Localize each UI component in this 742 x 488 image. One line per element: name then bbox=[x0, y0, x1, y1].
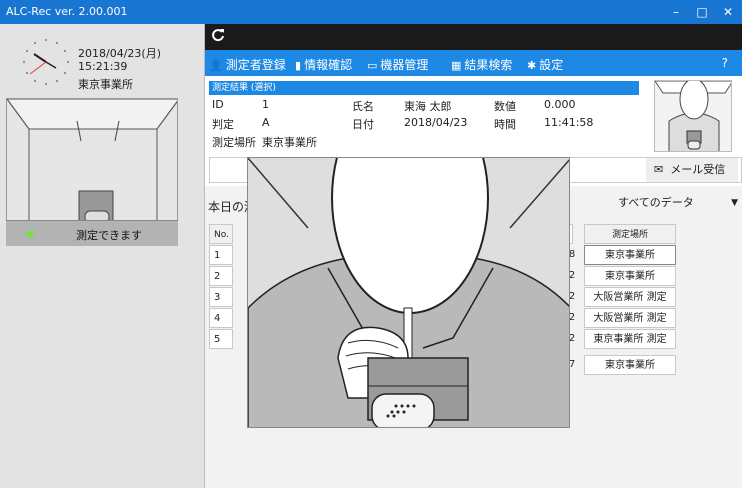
menu-devices[interactable]: ▭ 機器管理 bbox=[367, 56, 428, 73]
menu-register[interactable]: 👤 測定者登録 bbox=[209, 56, 286, 73]
maximize-button[interactable]: □ bbox=[690, 2, 714, 22]
menu-settings[interactable]: ✱ 設定 bbox=[527, 56, 563, 73]
clock-date: 2018/04/23(月) bbox=[78, 47, 161, 60]
menu-search[interactable]: ▦ 結果検索 bbox=[451, 56, 512, 73]
row-place[interactable]: 大阪営業所 測定 bbox=[584, 287, 676, 307]
value-judge: A bbox=[262, 116, 270, 129]
status-bar: 測定できます bbox=[6, 220, 178, 246]
row-no[interactable]: 3 bbox=[209, 287, 233, 307]
result-photo-thumbnail[interactable] bbox=[654, 80, 732, 152]
photo-popup[interactable] bbox=[247, 157, 570, 428]
chevron-down-icon: ▼ bbox=[731, 198, 738, 208]
menu-info[interactable]: ▮ 情報確認 bbox=[295, 56, 352, 73]
label-judge: 判定 bbox=[212, 118, 234, 131]
status-ok-indicator bbox=[26, 230, 34, 238]
book-icon: ▮ bbox=[295, 59, 302, 72]
label-date: 日付 bbox=[352, 118, 374, 131]
close-button[interactable]: ✕ bbox=[716, 2, 740, 22]
row-no[interactable]: 4 bbox=[209, 308, 233, 328]
menu-settings-label: 設定 bbox=[539, 58, 564, 72]
menu-info-label: 情報確認 bbox=[304, 58, 353, 72]
result-header: 測定結果 (選択) bbox=[209, 81, 639, 95]
row-no[interactable]: 5 bbox=[209, 329, 233, 349]
row-place[interactable]: 大阪営業所 測定 bbox=[584, 308, 676, 328]
mail-icon: ✉ bbox=[654, 163, 664, 176]
clock-time: 15:21:39 bbox=[78, 60, 128, 73]
window-title: ALC-Rec ver. 2.00.001 bbox=[6, 5, 128, 18]
value-date: 2018/04/23 bbox=[404, 116, 468, 129]
col-header-no: No. bbox=[209, 224, 233, 244]
person-measuring-illustration bbox=[248, 158, 569, 427]
value-time: 11:41:58 bbox=[544, 116, 594, 129]
row-place[interactable]: 東京事業所 bbox=[584, 355, 676, 375]
value-name: 東海 太郎 bbox=[404, 100, 452, 113]
value-id: 1 bbox=[262, 98, 269, 111]
refresh-bar bbox=[205, 24, 742, 50]
mail-receive-button[interactable]: ✉ メール受信 bbox=[646, 158, 738, 182]
value-place: 東京事業所 bbox=[262, 136, 317, 149]
title-bar: ALC-Rec ver. 2.00.001 – □ ✕ bbox=[0, 0, 742, 24]
minimize-button[interactable]: – bbox=[664, 2, 688, 22]
row-place[interactable]: 東京事業所 bbox=[584, 266, 676, 286]
row-no[interactable]: 1 bbox=[209, 245, 233, 265]
device-icon: ▭ bbox=[367, 59, 378, 72]
clock-icon bbox=[23, 39, 69, 85]
location-label: 東京事業所 bbox=[78, 78, 133, 91]
row-no[interactable]: 2 bbox=[209, 266, 233, 286]
gear-icon: ✱ bbox=[527, 59, 537, 72]
user-icon: 👤 bbox=[209, 59, 223, 72]
label-place: 測定場所 bbox=[212, 136, 256, 149]
mail-receive-label: メール受信 bbox=[670, 163, 726, 176]
row-place[interactable]: 東京事業所 測定 bbox=[584, 329, 676, 349]
status-text: 測定できます bbox=[76, 229, 142, 242]
value-value: 0.000 bbox=[544, 98, 576, 111]
label-name: 氏名 bbox=[352, 100, 374, 113]
filter-selected-value: すべてのデータ bbox=[618, 196, 694, 209]
label-value: 数値 bbox=[494, 100, 516, 113]
row-place[interactable]: 東京事業所 bbox=[584, 245, 676, 265]
col-header-place: 測定場所 bbox=[584, 224, 676, 244]
menu-search-label: 結果検索 bbox=[464, 58, 513, 72]
person-thumbnail-illustration bbox=[655, 81, 731, 151]
menu-devices-label: 機器管理 bbox=[380, 58, 429, 72]
left-panel: 2018/04/23(月) 15:21:39 東京事業所 測定できます bbox=[0, 24, 205, 488]
menu-bar: 👤 測定者登録 ▮ 情報確認 ▭ 機器管理 ▦ 結果検索 ✱ 設定 ? bbox=[205, 50, 742, 76]
label-id: ID bbox=[212, 98, 224, 111]
calendar-icon: ▦ bbox=[451, 59, 462, 72]
menu-register-label: 測定者登録 bbox=[225, 58, 286, 72]
label-time: 時間 bbox=[494, 118, 516, 131]
refresh-icon[interactable] bbox=[211, 28, 225, 42]
filter-select[interactable]: すべてのデータ ▼ bbox=[608, 192, 742, 214]
help-button[interactable]: ? bbox=[722, 56, 728, 70]
